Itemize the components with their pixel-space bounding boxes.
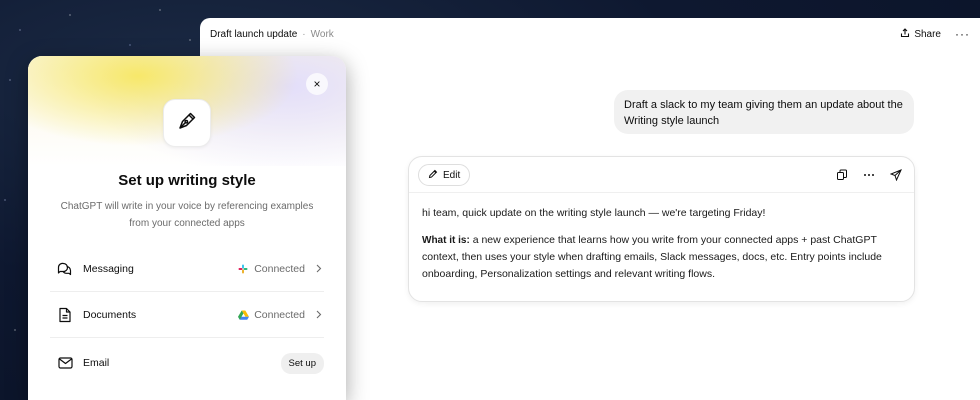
project-label[interactable]: Work <box>311 29 334 40</box>
more-dots-icon[interactable] <box>862 169 875 182</box>
user-message-bubble: Draft a slack to my team giving them an … <box>614 90 914 134</box>
documents-status-text: Connected <box>254 308 305 321</box>
google-drive-icon <box>237 309 249 321</box>
writing-style-panel: × Set up writing style ChatGPT will writ… <box>28 56 346 400</box>
chat-bubbles-icon <box>55 259 75 279</box>
edit-label: Edit <box>443 169 461 181</box>
messaging-label: Messaging <box>83 262 134 275</box>
row-messaging[interactable]: Messaging Connected <box>50 246 324 292</box>
send-icon[interactable] <box>889 169 902 182</box>
share-button[interactable]: Share <box>900 27 941 41</box>
close-icon: × <box>313 77 321 91</box>
row-documents[interactable]: Documents Connected <box>50 292 324 338</box>
copy-icon[interactable] <box>835 169 848 182</box>
response-body: hi team, quick update on the writing sty… <box>422 205 902 283</box>
header-actions: Share ··· <box>900 18 970 50</box>
chat-header: Draft launch update · Work <box>200 18 980 50</box>
chevron-right-icon <box>314 310 324 320</box>
share-label: Share <box>914 28 941 40</box>
what-it-is-label: What it is: <box>422 235 470 246</box>
pencil-icon <box>428 169 438 182</box>
share-icon <box>900 27 910 41</box>
mail-icon <box>55 353 75 373</box>
panel-description: ChatGPT will write in your voice by refe… <box>60 201 314 229</box>
response-card: Edit hi team, quick update on the writin… <box>408 156 915 302</box>
slack-icon <box>237 263 249 275</box>
documents-status: Connected <box>237 309 324 321</box>
chevron-right-icon <box>314 264 324 274</box>
messaging-status-text: Connected <box>254 262 305 275</box>
pen-nib-icon <box>176 110 198 137</box>
response-paragraph-1: hi team, quick update on the writing sty… <box>422 207 766 219</box>
email-label: Email <box>83 357 110 369</box>
title-separator: · <box>302 28 306 40</box>
close-button[interactable]: × <box>306 73 328 95</box>
email-setup-button[interactable]: Set up <box>280 352 324 374</box>
document-icon <box>55 305 75 325</box>
pen-tile <box>163 99 211 147</box>
panel-title: Set up writing style <box>118 172 256 189</box>
edit-button[interactable]: Edit <box>418 164 471 186</box>
response-paragraph-2: What it is: a new experience that learns… <box>422 232 902 283</box>
more-options-button[interactable]: ··· <box>955 27 970 41</box>
response-actions <box>835 157 902 193</box>
what-it-is-text: a new experience that learns how you wri… <box>422 234 882 280</box>
response-toolbar: Edit <box>409 157 914 193</box>
row-email[interactable]: Email Set up <box>50 340 324 386</box>
messaging-status: Connected <box>237 263 324 275</box>
documents-label: Documents <box>83 308 137 321</box>
conversation-title[interactable]: Draft launch update <box>210 29 297 40</box>
